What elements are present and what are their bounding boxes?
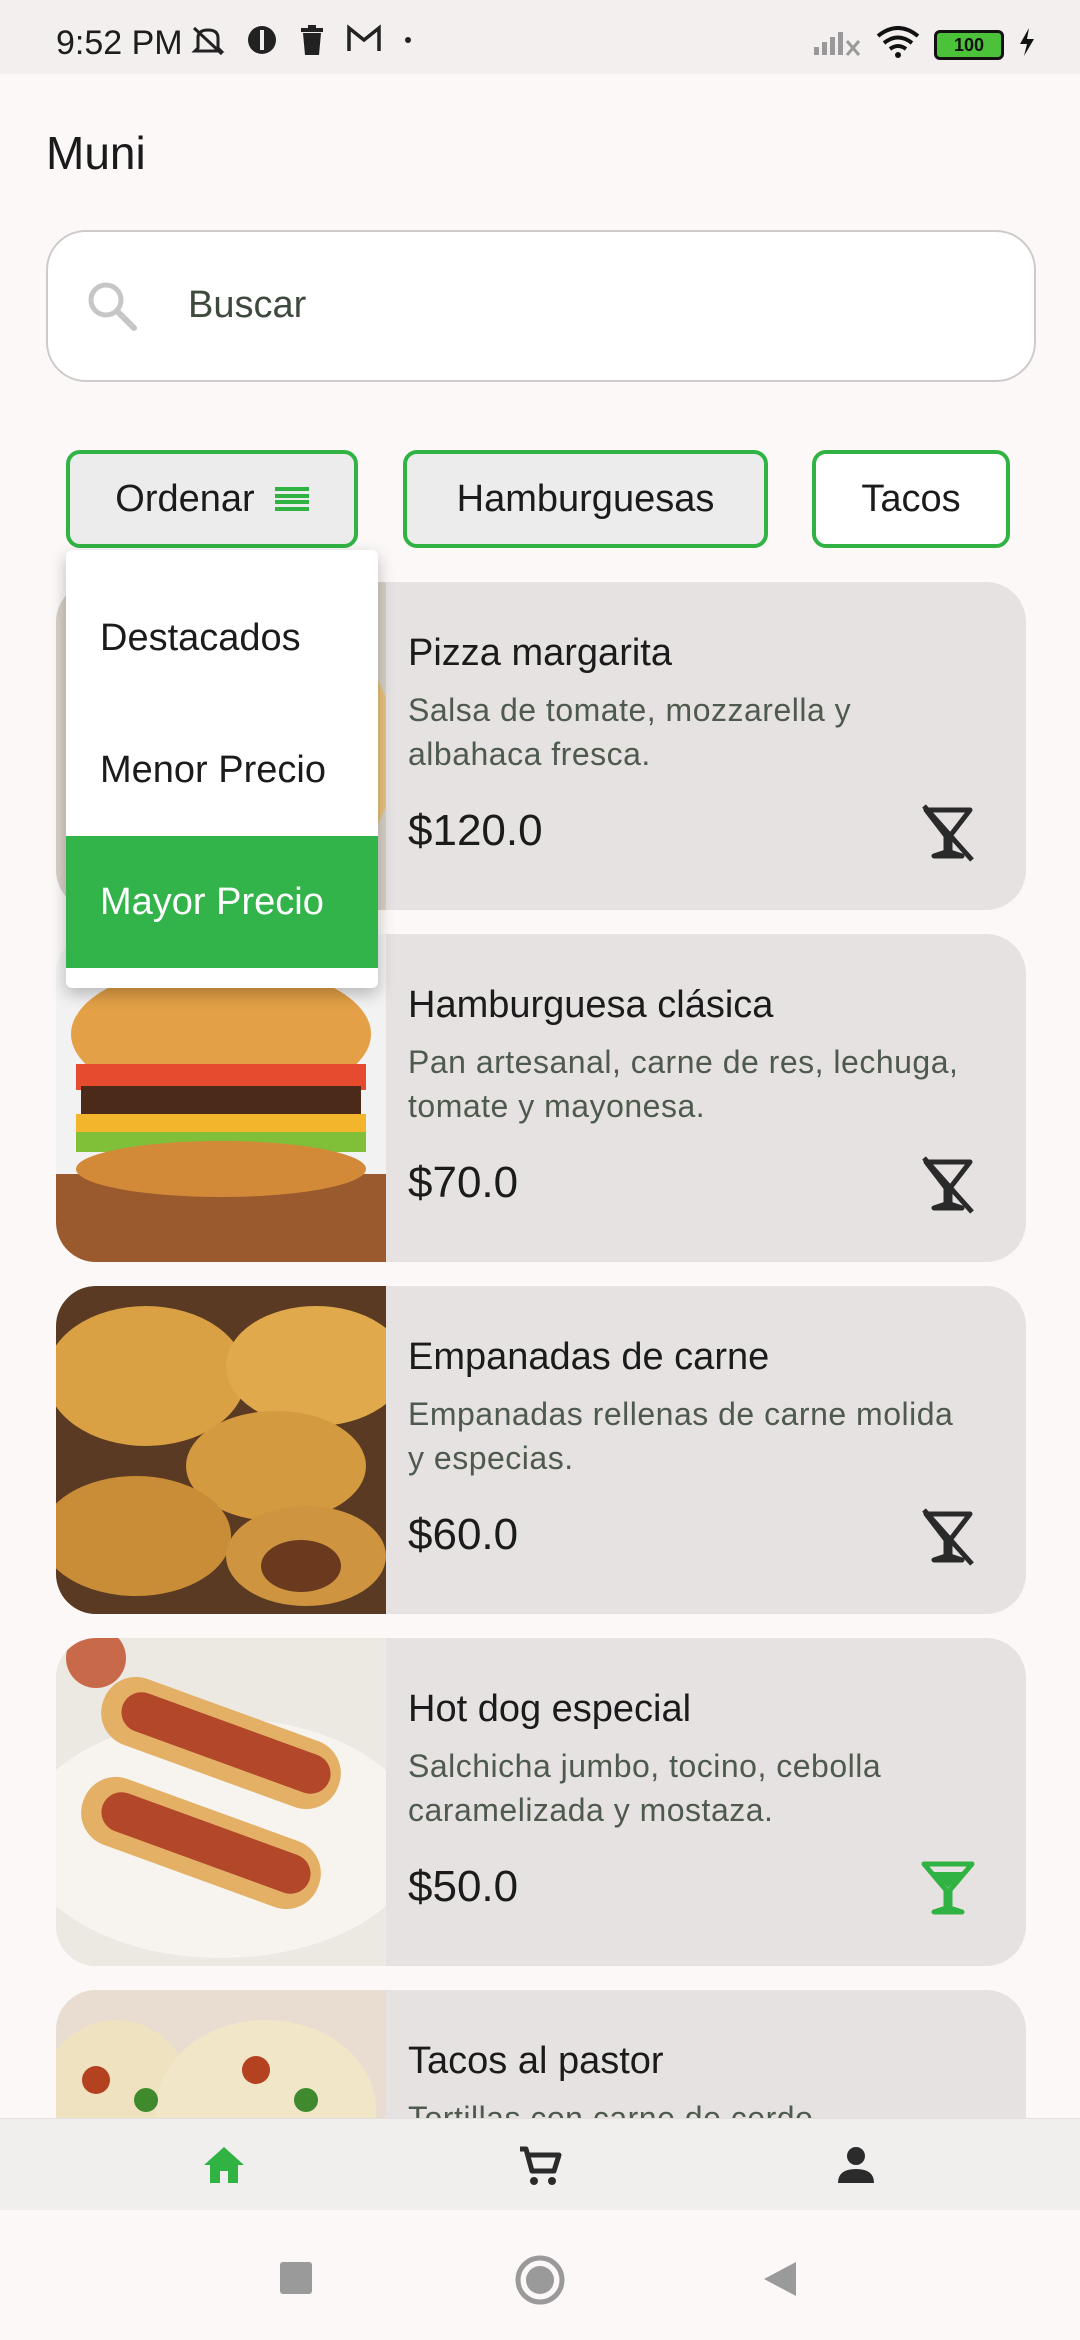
no-drink-icon [922,1508,974,1566]
trash-icon [298,24,326,66]
mute-icon [190,24,226,66]
product-price: $60.0 [408,1510,519,1559]
product-description: Salsa de tomate, mozzarella y albahaca f… [408,692,852,772]
sort-dropdown-menu: Destacados Menor Precio Mayor Precio [66,550,378,988]
sort-button[interactable]: Ordenar [66,450,358,548]
bottom-navigation [0,2118,1080,2210]
search-icon [88,282,137,331]
filter-chip-label: Tacos [861,477,961,520]
sort-label: Ordenar [115,477,255,520]
product-price: $50.0 [408,1862,519,1911]
back-icon[interactable] [762,2260,798,2298]
filter-chip-hamburguesas[interactable]: Hamburguesas [403,450,768,548]
no-drink-icon [922,804,974,862]
drink-icon [921,1861,975,1915]
status-bar: 9:52 PM 100 [0,0,1080,74]
status-right: 100 [812,26,1036,63]
search-placeholder: Buscar [188,284,307,326]
product-description: Empanadas rellenas de carne molida y esp… [408,1396,954,1476]
filter-chip-label: Hamburguesas [456,477,715,520]
gmail-icon [346,24,382,66]
notification-icons [190,24,414,66]
product-card[interactable]: Empanadas de carne Empanadas rellenas de… [56,1286,1026,1614]
product-image [56,1286,386,1614]
sort-option-mayor-precio[interactable]: Mayor Precio [66,836,378,968]
product-name: Pizza margarita [408,632,672,674]
product-price: $70.0 [408,1158,519,1207]
product-image [56,1638,386,1966]
charging-icon [1018,27,1036,62]
product-description: Salchicha jumbo, tocino, cebolla caramel… [408,1748,882,1828]
product-name: Hamburguesa clásica [408,984,774,1026]
sort-lines-icon [274,487,309,511]
signal-icon [812,27,862,62]
status-time: 9:52 PM [56,24,183,62]
profile-icon[interactable] [830,2139,882,2191]
product-name: Hot dog especial [408,1688,692,1730]
no-drink-icon [922,1156,974,1214]
product-card[interactable]: Hot dog especial Salchicha jumbo, tocino… [56,1638,1026,1966]
app-notification-icon [246,24,278,66]
sort-option-menor-precio[interactable]: Menor Precio [66,704,378,836]
product-price: $120.0 [408,806,543,855]
filter-chip-tacos[interactable]: Tacos [812,450,1010,548]
system-navigation-bar [0,2210,1080,2340]
cart-icon[interactable] [514,2139,566,2191]
app-title: Muni [46,127,146,179]
recents-icon[interactable] [278,2260,314,2296]
dot-icon [402,24,414,66]
home-icon[interactable] [198,2139,250,2191]
home-system-icon[interactable] [514,2254,566,2306]
wifi-icon [876,26,920,63]
product-name: Empanadas de carne [408,1336,770,1378]
battery-icon: 100 [934,29,1004,60]
product-name: Tacos al pastor [408,2040,664,2082]
sort-option-destacados[interactable]: Destacados [66,572,378,704]
product-description: Pan artesanal, carne de res, lechuga, to… [408,1044,959,1124]
